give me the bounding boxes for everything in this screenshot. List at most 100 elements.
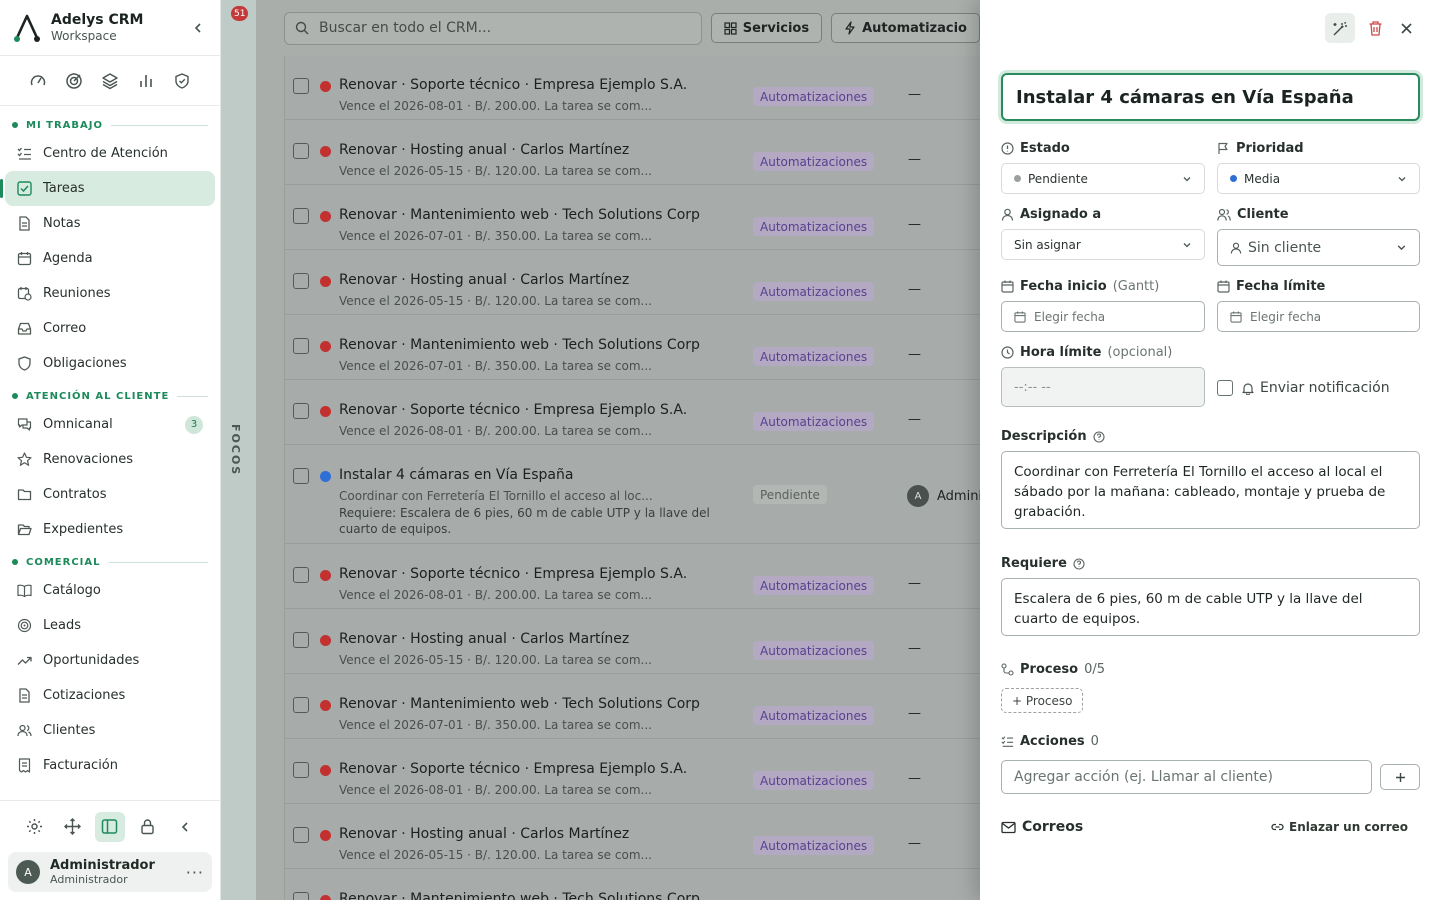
task-subtitle: Vence el 2026-07-01 · B/. 350.00. La tar… — [339, 229, 652, 243]
task-checkbox[interactable] — [293, 762, 309, 778]
task-row[interactable]: Instalar 4 cámaras en Vía España Coordina… — [285, 445, 980, 544]
task-row[interactable]: Renovar · Mantenimiento web · Tech Solut… — [285, 869, 980, 900]
task-row[interactable]: Renovar · Soporte técnico · Empresa Ejem… — [285, 739, 980, 804]
nav-omnicanal[interactable]: Omnicanal 3 — [5, 407, 215, 442]
trash-icon[interactable] — [1360, 13, 1390, 43]
cliente-select[interactable]: Sin cliente — [1217, 229, 1420, 266]
nav-tareas[interactable]: Tareas — [0, 171, 215, 206]
nav-centro-atencion[interactable]: Centro de Atención — [5, 136, 215, 171]
chevron-left-icon[interactable] — [170, 812, 200, 842]
task-row[interactable]: Renovar · Soporte técnico · Empresa Ejem… — [285, 56, 980, 120]
servicios-button[interactable]: Servicios — [710, 13, 823, 43]
task-tag: Automatizaciones — [753, 87, 875, 106]
task-checkbox[interactable] — [293, 468, 309, 484]
task-title: Renovar · Soporte técnico · Empresa Ejem… — [319, 761, 688, 777]
task-checkbox[interactable] — [293, 697, 309, 713]
users-icon — [17, 723, 33, 739]
accion-input[interactable]: Agregar acción (ej. Llamar al cliente) — [1001, 760, 1372, 794]
add-accion-button[interactable] — [1380, 764, 1420, 790]
notificacion-checkbox[interactable]: Enviar notificación — [1217, 380, 1390, 396]
task-checkbox[interactable] — [293, 403, 309, 419]
task-owner: — — [908, 706, 921, 721]
task-title: Renovar · Hosting anual · Carlos Martíne… — [319, 631, 630, 647]
avatar: A — [16, 860, 40, 884]
search-icon — [295, 21, 309, 35]
task-checkbox[interactable] — [293, 827, 309, 843]
enlazar-correo-link[interactable]: Enlazar un correo — [1271, 820, 1408, 834]
magic-wand-icon[interactable] — [1325, 13, 1355, 43]
close-icon[interactable] — [1391, 13, 1421, 43]
task-subtitle: Coordinar con Ferretería El Tornillo el … — [339, 489, 653, 503]
more-icon[interactable]: ··· — [186, 863, 204, 882]
search-input[interactable]: Buscar en todo el CRM... — [284, 11, 702, 45]
focos-strip[interactable]: 51 FOCOS — [221, 0, 256, 900]
task-title-input[interactable]: Instalar 4 cámaras en Vía España — [1001, 73, 1420, 121]
chevron-down-icon — [1182, 174, 1192, 184]
task-row[interactable]: Renovar · Mantenimiento web · Tech Solut… — [285, 674, 980, 739]
task-row[interactable]: Renovar · Soporte técnico · Empresa Ejem… — [285, 544, 980, 609]
task-row[interactable]: Renovar · Mantenimiento web · Tech Solut… — [285, 315, 980, 380]
task-owner: — — [908, 217, 921, 232]
requiere-textarea[interactable]: Escalera de 6 pies, 60 m de cable UTP y … — [1001, 578, 1420, 636]
task-row[interactable]: Renovar · Soporte técnico · Empresa Ejem… — [285, 380, 980, 445]
fecha-limite-input[interactable]: Elegir fecha — [1217, 301, 1420, 332]
task-row[interactable]: Renovar · Hosting anual · Carlos Martíne… — [285, 120, 980, 185]
task-subtitle: Vence el 2026-08-01 · B/. 200.00. La tar… — [339, 99, 652, 113]
automatizaciones-button[interactable]: Automatizacio — [831, 13, 980, 43]
move-icon[interactable] — [57, 812, 87, 842]
task-checkbox[interactable] — [293, 567, 309, 583]
estado-label: Estado — [1001, 141, 1070, 156]
hora-limite-input[interactable]: --:-- -- — [1001, 367, 1205, 407]
task-checkbox[interactable] — [293, 208, 309, 224]
section-atencion-cliente: ATENCIÓN AL CLIENTE — [0, 385, 220, 407]
nav-facturacion[interactable]: Facturación — [5, 748, 215, 783]
calendar-icon — [1217, 280, 1230, 293]
settings-icon[interactable] — [20, 812, 50, 842]
estado-select[interactable]: Pendiente — [1001, 163, 1205, 194]
task-checkbox[interactable] — [293, 338, 309, 354]
nav-cotizaciones[interactable]: Cotizaciones — [5, 678, 215, 713]
checkbox[interactable] — [1217, 380, 1233, 396]
task-detail-panel: Instalar 4 cámaras en Vía España Estado … — [980, 0, 1440, 900]
task-checkbox[interactable] — [293, 632, 309, 648]
nav-catalogo[interactable]: Catálogo — [5, 573, 215, 608]
task-row[interactable]: Renovar · Hosting anual · Carlos Martíne… — [285, 804, 980, 869]
task-checkbox[interactable] — [293, 273, 309, 289]
nav-leads[interactable]: Leads — [5, 608, 215, 643]
add-proceso-button[interactable]: + Proceso — [1001, 688, 1084, 713]
gauge-icon[interactable] — [27, 70, 49, 92]
collapse-sidebar-button[interactable] — [188, 18, 208, 38]
task-row[interactable]: Renovar · Hosting anual · Carlos Martíne… — [285, 250, 980, 315]
bar-chart-icon[interactable] — [135, 70, 157, 92]
nav-oportunidades[interactable]: Oportunidades — [5, 643, 215, 678]
nav-obligaciones[interactable]: Obligaciones — [5, 346, 215, 381]
descripcion-textarea[interactable]: Coordinar con Ferretería El Tornillo el … — [1001, 451, 1420, 529]
task-row[interactable]: Renovar · Mantenimiento web · Tech Solut… — [285, 185, 980, 250]
target-goal-icon[interactable] — [63, 70, 85, 92]
asignado-select[interactable]: Sin asignar — [1001, 229, 1205, 260]
task-checkbox[interactable] — [293, 78, 309, 94]
user-card[interactable]: A Administrador Administrador ··· — [8, 852, 212, 892]
task-owner: — — [908, 282, 921, 297]
prioridad-select[interactable]: Media — [1217, 163, 1420, 194]
task-row[interactable]: Renovar · Hosting anual · Carlos Martíne… — [285, 609, 980, 674]
nav-clientes[interactable]: Clientes — [5, 713, 215, 748]
panel-layout-icon[interactable] — [94, 811, 125, 842]
nav-agenda[interactable]: Agenda — [5, 241, 215, 276]
nav-expedientes[interactable]: Expedientes — [5, 512, 215, 547]
lock-icon[interactable] — [133, 812, 163, 842]
task-checkbox[interactable] — [293, 143, 309, 159]
task-requires: Requiere: Escalera de 6 pies, 60 m de ca… — [339, 506, 710, 536]
nav-renovaciones[interactable]: Renovaciones — [5, 442, 215, 477]
chevron-left-icon — [194, 22, 201, 33]
layers-icon[interactable] — [99, 70, 121, 92]
nav-correo[interactable]: Correo — [5, 311, 215, 346]
nav-notas[interactable]: Notas — [5, 206, 215, 241]
nav-reuniones[interactable]: Reuniones — [5, 276, 215, 311]
fecha-inicio-input[interactable]: Elegir fecha — [1001, 301, 1205, 332]
nav-contratos[interactable]: Contratos — [5, 477, 215, 512]
document-icon — [17, 688, 33, 704]
task-checkbox[interactable] — [293, 892, 309, 900]
shield-icon[interactable] — [171, 70, 193, 92]
requiere-label: Requiere — [1001, 556, 1085, 571]
